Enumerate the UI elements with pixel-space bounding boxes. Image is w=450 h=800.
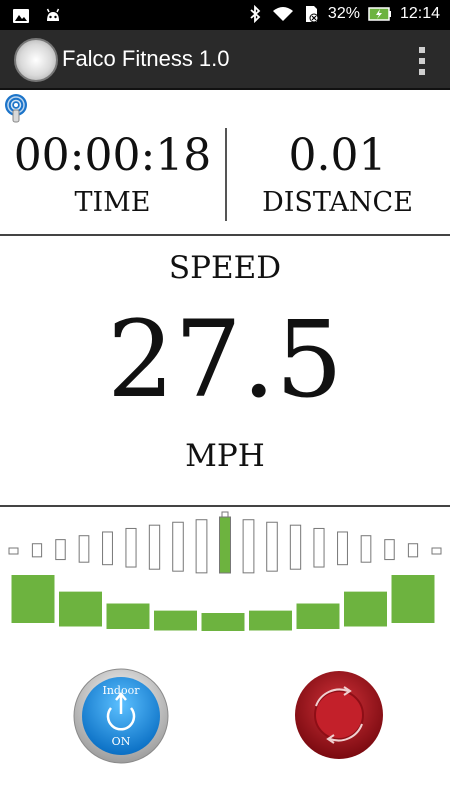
gauge-segment (313, 527, 325, 568)
app-logo-icon (14, 38, 58, 82)
gauge-level-bar (11, 575, 55, 623)
stop-reset-button[interactable] (294, 670, 384, 760)
gauge-segment (219, 516, 231, 574)
speed-value: 27.5 (106, 298, 343, 421)
gauge-segment (407, 543, 419, 558)
bluetooth-connection-icon[interactable] (3, 93, 29, 125)
gauge-segment (125, 527, 137, 568)
divider-top (0, 234, 450, 236)
gauge-level-bar (154, 610, 197, 631)
app-title: Falco Fitness 1.0 (62, 46, 230, 71)
gauge-segment (195, 519, 208, 574)
gauge-level-bar (249, 610, 292, 631)
sim-icon (305, 6, 319, 23)
distance-value: 0.01 (288, 130, 387, 181)
gauge-level-bar (344, 591, 387, 627)
gauge-segment (31, 543, 43, 558)
speed-gauge (8, 511, 442, 631)
gallery-icon (13, 9, 29, 23)
gauge-segment (8, 547, 19, 555)
distance-label: DISTANCE (262, 187, 413, 218)
status-bar: 32% 12:14 (0, 0, 450, 30)
divider-bottom (0, 505, 450, 507)
gauge-segment (242, 519, 255, 574)
wifi-icon (272, 7, 293, 21)
gauge-level-bar (296, 603, 340, 629)
indoor-mode-button[interactable]: Indoor ON (73, 668, 169, 764)
gauge-segment (78, 535, 90, 563)
on-label: ON (112, 735, 131, 748)
battery-percent: 32% (327, 5, 360, 22)
gauge-level-bar (106, 603, 150, 629)
time-label: TIME (74, 187, 151, 218)
android-icon (46, 8, 60, 21)
speed-label: SPEED (168, 250, 282, 286)
gauge-segment (102, 531, 113, 566)
gauge-segment (172, 521, 184, 572)
distance-metric: 0.01 DISTANCE (225, 130, 450, 220)
bluetooth-icon (250, 5, 261, 23)
speed-unit: MPH (185, 438, 265, 474)
indoor-label: Indoor (103, 684, 141, 697)
gauge-segment (384, 539, 395, 561)
gauge-segment (360, 535, 372, 563)
gauge-segment (148, 524, 161, 570)
gauge-level-bar (59, 591, 102, 627)
time-value: 00:00:18 (13, 130, 212, 181)
gauge-segment (266, 521, 278, 572)
gauge-segment (431, 547, 442, 555)
gauge-segment (337, 531, 348, 566)
clock: 12:14 (399, 5, 440, 22)
gauge-indicator-cap (221, 511, 229, 518)
battery-charging-icon (368, 7, 391, 21)
app-bar: Falco Fitness 1.0 (0, 30, 450, 90)
time-metric: 00:00:18 TIME (0, 130, 225, 220)
overflow-menu-icon[interactable] (418, 47, 426, 75)
gauge-segment (289, 524, 302, 570)
gauge-level-bar (391, 575, 435, 623)
gauge-level-bar (201, 613, 245, 631)
gauge-segment (55, 539, 66, 561)
speed-panel: SPEED 27.5 MPH (0, 248, 450, 476)
